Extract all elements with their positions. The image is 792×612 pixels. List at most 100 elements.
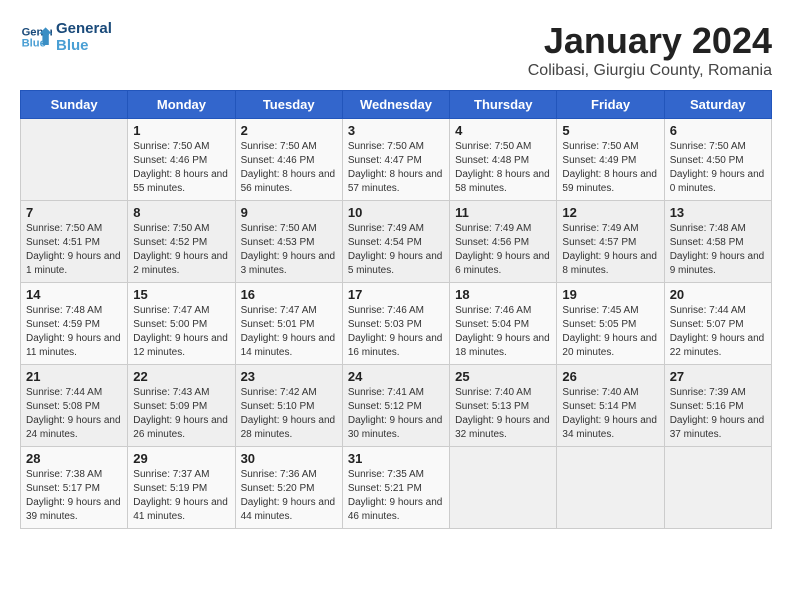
calendar-cell: 18 Sunrise: 7:46 AMSunset: 5:04 PMDayligh… [450,283,557,365]
day-info: Sunrise: 7:48 AMSunset: 4:59 PMDaylight:… [26,304,122,360]
day-info: Sunrise: 7:44 AMSunset: 5:08 PMDaylight:… [26,386,122,442]
day-number: 25 [455,369,551,384]
calendar-cell [450,447,557,529]
calendar-cell: 14 Sunrise: 7:48 AMSunset: 4:59 PMDayligh… [21,283,128,365]
day-number: 29 [133,451,229,466]
day-info: Sunrise: 7:40 AMSunset: 5:14 PMDaylight:… [562,386,658,442]
day-number: 6 [670,123,766,138]
calendar-cell: 24 Sunrise: 7:41 AMSunset: 5:12 PMDayligh… [342,365,449,447]
day-number: 20 [670,287,766,302]
header-row: SundayMondayTuesdayWednesdayThursdayFrid… [21,91,772,119]
calendar-cell [664,447,771,529]
column-header-monday: Monday [128,91,235,119]
day-number: 12 [562,205,658,220]
calendar-cell: 11Sunrise: 7:49 AMSunset: 4:56 PMDayligh… [450,201,557,283]
sub-title: Colibasi, Giurgiu County, Romania [528,62,772,80]
logo-icon: General Blue [20,21,52,53]
week-row-1: 1Sunrise: 7:50 AMSunset: 4:46 PMDaylight… [21,119,772,201]
day-number: 19 [562,287,658,302]
calendar-cell: 19 Sunrise: 7:45 AMSunset: 5:05 PMDayligh… [557,283,664,365]
calendar-cell: 29 Sunrise: 7:37 AMSunset: 5:19 PMDayligh… [128,447,235,529]
day-number: 18 [455,287,551,302]
calendar-cell: 5 Sunrise: 7:50 AMSunset: 4:49 PMDaylight… [557,119,664,201]
day-number: 7 [26,205,122,220]
calendar-cell: 1Sunrise: 7:50 AMSunset: 4:46 PMDaylight… [128,119,235,201]
day-number: 21 [26,369,122,384]
day-info: Sunrise: 7:45 AMSunset: 5:05 PMDaylight:… [562,304,658,360]
calendar-cell: 12Sunrise: 7:49 AMSunset: 4:57 PMDayligh… [557,201,664,283]
day-number: 28 [26,451,122,466]
day-number: 9 [241,205,337,220]
day-info: Sunrise: 7:46 AMSunset: 5:04 PMDaylight:… [455,304,551,360]
header: General Blue General Blue January 2024 C… [20,20,772,80]
column-header-sunday: Sunday [21,91,128,119]
day-info: Sunrise: 7:50 AMSunset: 4:52 PMDaylight:… [133,222,229,278]
day-number: 26 [562,369,658,384]
day-info: Sunrise: 7:46 AMSunset: 5:03 PMDaylight:… [348,304,444,360]
day-info: Sunrise: 7:50 AMSunset: 4:49 PMDaylight:… [562,140,658,196]
day-info: Sunrise: 7:38 AMSunset: 5:17 PMDaylight:… [26,468,122,524]
calendar-cell: 16Sunrise: 7:47 AMSunset: 5:01 PMDayligh… [235,283,342,365]
day-info: Sunrise: 7:50 AMSunset: 4:51 PMDaylight:… [26,222,122,278]
calendar-cell: 23 Sunrise: 7:42 AMSunset: 5:10 PMDayligh… [235,365,342,447]
week-row-5: 28 Sunrise: 7:38 AMSunset: 5:17 PMDayligh… [21,447,772,529]
calendar-table: SundayMondayTuesdayWednesdayThursdayFrid… [20,90,772,529]
calendar-cell: 25 Sunrise: 7:40 AMSunset: 5:13 PMDayligh… [450,365,557,447]
day-info: Sunrise: 7:39 AMSunset: 5:16 PMDaylight:… [670,386,766,442]
day-info: Sunrise: 7:37 AMSunset: 5:19 PMDaylight:… [133,468,229,524]
day-info: Sunrise: 7:50 AMSunset: 4:50 PMDaylight:… [670,140,766,196]
day-info: Sunrise: 7:50 AMSunset: 4:48 PMDaylight:… [455,140,551,196]
day-info: Sunrise: 7:35 AMSunset: 5:21 PMDaylight:… [348,468,444,524]
day-info: Sunrise: 7:50 AMSunset: 4:46 PMDaylight:… [133,140,229,196]
logo: General Blue General Blue [20,20,112,54]
day-number: 16 [241,287,337,302]
day-number: 8 [133,205,229,220]
logo-general: General [56,20,112,37]
day-number: 15 [133,287,229,302]
day-number: 13 [670,205,766,220]
calendar-cell: 13Sunrise: 7:48 AMSunset: 4:58 PMDayligh… [664,201,771,283]
day-info: Sunrise: 7:42 AMSunset: 5:10 PMDaylight:… [241,386,337,442]
day-number: 31 [348,451,444,466]
day-number: 3 [348,123,444,138]
day-number: 23 [241,369,337,384]
day-info: Sunrise: 7:41 AMSunset: 5:12 PMDaylight:… [348,386,444,442]
column-header-thursday: Thursday [450,91,557,119]
day-info: Sunrise: 7:47 AMSunset: 5:00 PMDaylight:… [133,304,229,360]
calendar-cell: 22Sunrise: 7:43 AMSunset: 5:09 PMDayligh… [128,365,235,447]
column-header-friday: Friday [557,91,664,119]
calendar-cell: 27 Sunrise: 7:39 AMSunset: 5:16 PMDayligh… [664,365,771,447]
day-info: Sunrise: 7:49 AMSunset: 4:56 PMDaylight:… [455,222,551,278]
svg-text:Blue: Blue [22,38,46,50]
day-number: 5 [562,123,658,138]
column-header-wednesday: Wednesday [342,91,449,119]
calendar-cell: 3 Sunrise: 7:50 AMSunset: 4:47 PMDaylight… [342,119,449,201]
calendar-cell: 4Sunrise: 7:50 AMSunset: 4:48 PMDaylight… [450,119,557,201]
day-info: Sunrise: 7:50 AMSunset: 4:47 PMDaylight:… [348,140,444,196]
day-info: Sunrise: 7:36 AMSunset: 5:20 PMDaylight:… [241,468,337,524]
calendar-cell: 6 Sunrise: 7:50 AMSunset: 4:50 PMDaylight… [664,119,771,201]
calendar-cell [557,447,664,529]
day-info: Sunrise: 7:50 AMSunset: 4:53 PMDaylight:… [241,222,337,278]
day-number: 24 [348,369,444,384]
title-section: January 2024 Colibasi, Giurgiu County, R… [528,20,772,80]
calendar-cell: 7 Sunrise: 7:50 AMSunset: 4:51 PMDaylight… [21,201,128,283]
day-number: 27 [670,369,766,384]
calendar-cell: 26 Sunrise: 7:40 AMSunset: 5:14 PMDayligh… [557,365,664,447]
day-info: Sunrise: 7:50 AMSunset: 4:46 PMDaylight:… [241,140,337,196]
day-number: 2 [241,123,337,138]
day-info: Sunrise: 7:44 AMSunset: 5:07 PMDaylight:… [670,304,766,360]
column-header-tuesday: Tuesday [235,91,342,119]
day-info: Sunrise: 7:49 AMSunset: 4:54 PMDaylight:… [348,222,444,278]
calendar-cell: 9 Sunrise: 7:50 AMSunset: 4:53 PMDaylight… [235,201,342,283]
day-number: 14 [26,287,122,302]
week-row-3: 14 Sunrise: 7:48 AMSunset: 4:59 PMDayligh… [21,283,772,365]
column-header-saturday: Saturday [664,91,771,119]
day-number: 17 [348,287,444,302]
day-info: Sunrise: 7:40 AMSunset: 5:13 PMDaylight:… [455,386,551,442]
week-row-4: 21 Sunrise: 7:44 AMSunset: 5:08 PMDayligh… [21,365,772,447]
calendar-cell: 2 Sunrise: 7:50 AMSunset: 4:46 PMDaylight… [235,119,342,201]
calendar-cell: 17 Sunrise: 7:46 AMSunset: 5:03 PMDayligh… [342,283,449,365]
main-title: January 2024 [528,20,772,62]
calendar-cell [21,119,128,201]
